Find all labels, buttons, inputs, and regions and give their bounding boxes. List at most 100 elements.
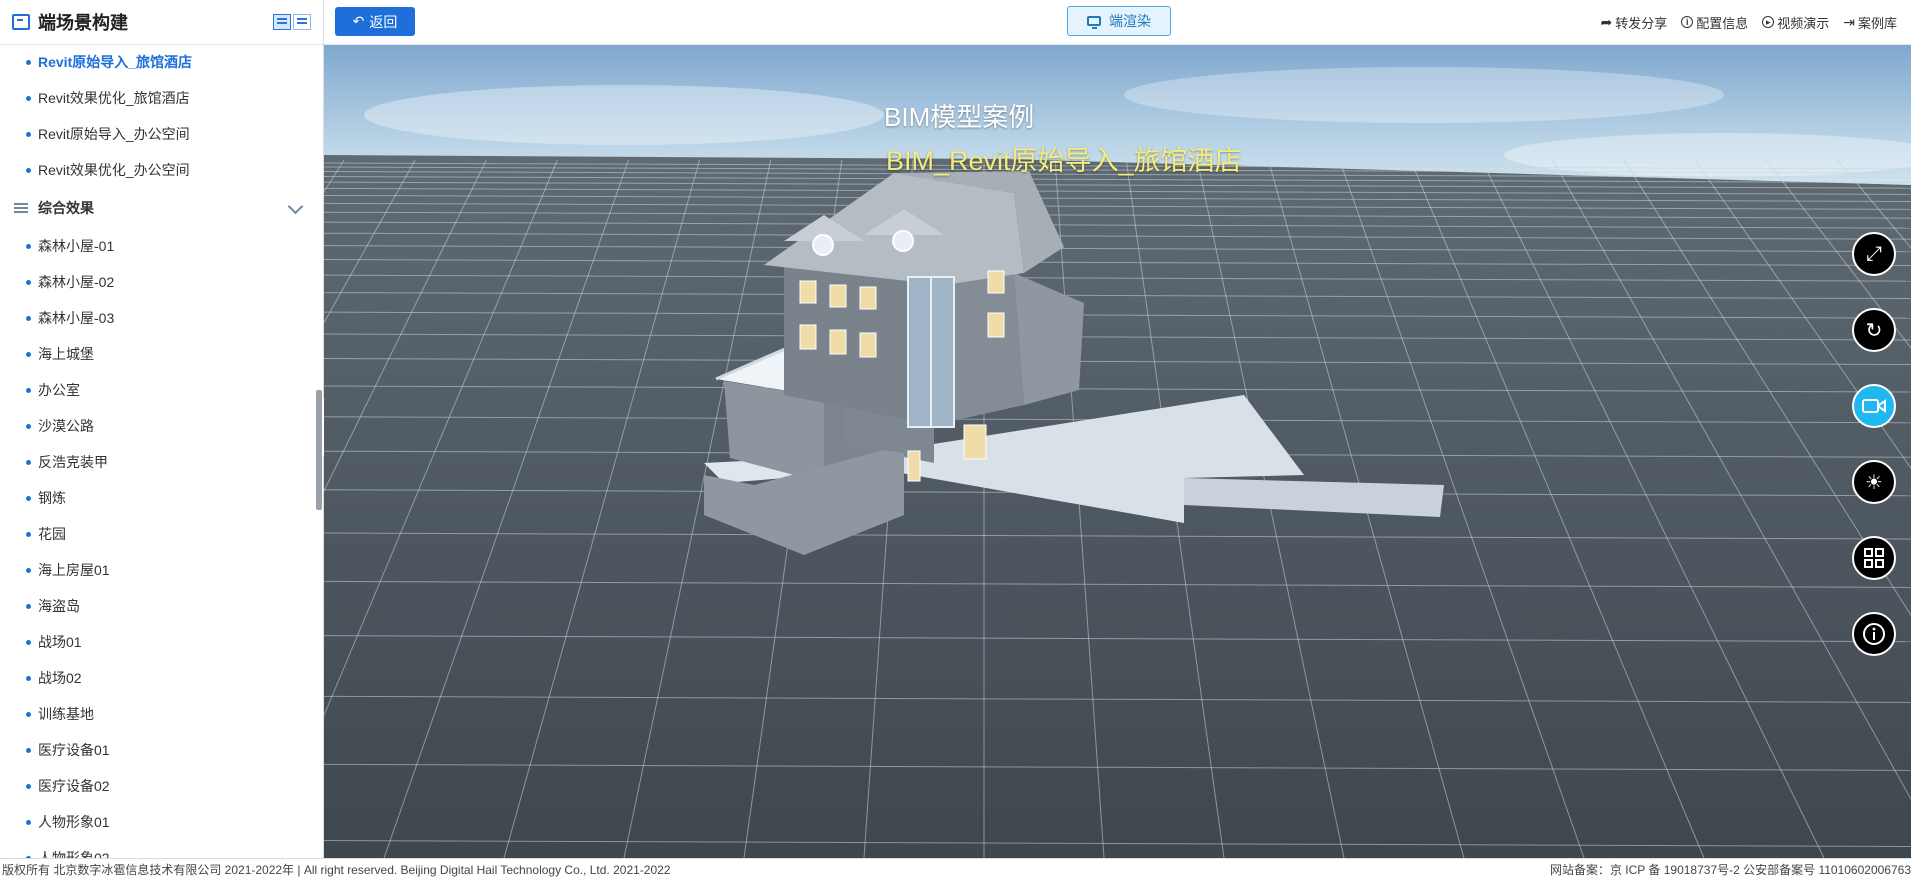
list-item[interactable]: 海盗岛 — [0, 588, 323, 624]
list-item-label: Revit原始导入_办公空间 — [38, 126, 190, 142]
list-item-label: Revit原始导入_旅馆酒店 — [38, 54, 193, 70]
bullet-icon — [26, 59, 31, 65]
back-button[interactable]: ↶ 返回 — [335, 7, 415, 36]
bullet-icon — [26, 531, 31, 537]
bullet-icon — [26, 387, 31, 393]
list-item-label: 训练基地 — [38, 706, 94, 722]
chevron-down-icon[interactable] — [287, 198, 304, 215]
monitor-icon — [1087, 16, 1101, 29]
bullet-icon — [26, 711, 31, 717]
3d-viewport[interactable]: BIM模型案例 BIM_Revit原始导入_旅馆酒店 ⤢ ↻ ☀ — [324, 45, 1911, 858]
back-button-label: 返回 — [369, 13, 398, 30]
bullet-icon — [26, 315, 31, 321]
bullet-icon — [26, 459, 31, 465]
list-item[interactable]: 花园 — [0, 516, 323, 552]
list-item-label: 战场01 — [38, 634, 82, 650]
sidebar-header: 端场景构建 — [0, 0, 323, 45]
list-item[interactable]: 钢炼 — [0, 480, 323, 516]
share-label: 转发分享 — [1615, 15, 1668, 31]
list-view-icon[interactable] — [273, 14, 291, 30]
list-item[interactable]: 沙漠公路 — [0, 408, 323, 444]
rotate-button[interactable]: ↻ — [1852, 308, 1896, 352]
list-item[interactable]: 战场01 — [0, 624, 323, 660]
bullet-icon — [26, 423, 31, 429]
bullet-icon — [26, 819, 31, 825]
render-button[interactable]: 端渲染 — [1067, 6, 1171, 36]
list-item[interactable]: 海上城堡 — [0, 336, 323, 372]
list-item[interactable]: 森林小屋-01 — [0, 228, 323, 264]
bullet-icon — [26, 783, 31, 789]
play-circle-icon: ▸ — [1762, 16, 1775, 28]
list-item-label: 战场02 — [38, 670, 82, 686]
bullet-icon — [26, 131, 31, 137]
list-item-label: 海上城堡 — [38, 346, 94, 362]
video-camera-icon — [1862, 399, 1886, 413]
list-item-label: 海上房屋01 — [38, 562, 110, 578]
list-item-label: 沙漠公路 — [38, 418, 94, 434]
list-item[interactable]: Revit原始导入_办公空间 — [0, 116, 323, 152]
config-link[interactable]: i 配置信息 — [1681, 13, 1748, 32]
top-toolbar: ↶ 返回 端渲染 ➦ 转发分享 i 配置信息 ▸ 视频演示 ⇥ 案例库 — [324, 0, 1911, 45]
list-item[interactable]: 医疗设备02 — [0, 768, 323, 804]
top-actions: ➦ 转发分享 i 配置信息 ▸ 视频演示 ⇥ 案例库 — [1600, 0, 1897, 44]
bullet-icon — [26, 279, 31, 285]
grid-icon — [1864, 548, 1884, 568]
grid-layout-button[interactable] — [1852, 536, 1896, 580]
render-button-label: 端渲染 — [1109, 13, 1151, 29]
list-item[interactable]: 训练基地 — [0, 696, 323, 732]
list-item[interactable]: 战场02 — [0, 660, 323, 696]
list-item[interactable]: Revit效果优化_办公空间 — [0, 152, 323, 188]
list-item[interactable]: 海上房屋01 — [0, 552, 323, 588]
share-link[interactable]: ➦ 转发分享 — [1600, 13, 1667, 32]
list-item-label: 森林小屋-01 — [38, 238, 115, 254]
list-item-label: 钢炼 — [38, 490, 66, 506]
list-item[interactable]: Revit效果优化_旅馆酒店 — [0, 80, 323, 116]
list-item-label: 医疗设备02 — [38, 778, 110, 794]
list-item-label: 森林小屋-03 — [38, 310, 115, 326]
video-demo-link[interactable]: ▸ 视频演示 — [1762, 13, 1829, 32]
footer: 版权所有 北京数字冰雹信息技术有限公司 2021-2022年 | All rig… — [0, 858, 1911, 877]
sidebar-scrollbar[interactable] — [316, 390, 322, 510]
fullscreen-icon: ⤢ — [1866, 242, 1882, 265]
info-icon — [1863, 623, 1885, 645]
card-view-icon[interactable] — [293, 14, 311, 30]
list-item[interactable]: 医疗设备01 — [0, 732, 323, 768]
scene-list: Revit原始导入_旅馆酒店 Revit效果优化_旅馆酒店 Revit原始导入_… — [0, 44, 323, 858]
list-item-label: 人物形象02 — [38, 850, 110, 858]
sidebar: 端场景构建 Revit原始导入_旅馆酒店 Revit效果优化_旅馆酒店 Revi… — [0, 0, 324, 858]
config-label: 配置信息 — [1696, 15, 1749, 31]
list-item-label: Revit效果优化_旅馆酒店 — [38, 90, 190, 106]
group-header-comprehensive[interactable]: 综合效果 — [0, 188, 323, 228]
list-item[interactable]: 人物形象01 — [0, 804, 323, 840]
list-item[interactable]: 人物形象02 — [0, 840, 323, 858]
case-library-link[interactable]: ⇥ 案例库 — [1843, 13, 1897, 32]
list-item-label: Revit效果优化_办公空间 — [38, 162, 190, 178]
list-item-label: 医疗设备01 — [38, 742, 110, 758]
list-icon — [14, 203, 28, 213]
caption-subtitle: BIM_Revit原始导入_旅馆酒店 — [886, 146, 1242, 176]
video-label: 视频演示 — [1777, 15, 1830, 31]
list-item[interactable]: 森林小屋-02 — [0, 264, 323, 300]
bullet-icon — [26, 495, 31, 501]
bullet-icon — [26, 567, 31, 573]
video-camera-button[interactable] — [1852, 384, 1896, 428]
list-item[interactable]: Revit原始导入_旅馆酒店 — [0, 44, 323, 80]
back-arrow-icon: ↶ — [352, 13, 365, 29]
list-item[interactable]: 森林小屋-03 — [0, 300, 323, 336]
list-item-label: 海盗岛 — [38, 598, 80, 614]
bullet-icon — [26, 747, 31, 753]
weather-button[interactable]: ☀ — [1852, 460, 1896, 504]
group-label: 综合效果 — [38, 200, 94, 216]
info-circle-icon: i — [1681, 16, 1694, 28]
bullet-icon — [26, 351, 31, 357]
list-item[interactable]: 反浩克装甲 — [0, 444, 323, 480]
list-item[interactable]: 办公室 — [0, 372, 323, 408]
bullet-icon — [26, 603, 31, 609]
bullet-icon — [26, 167, 31, 173]
fullscreen-button[interactable]: ⤢ — [1852, 232, 1896, 276]
bullet-icon — [26, 95, 31, 101]
info-button[interactable] — [1852, 612, 1896, 656]
bullet-icon — [26, 243, 31, 249]
list-item-label: 反浩克装甲 — [38, 454, 108, 470]
share-icon: ➦ — [1600, 13, 1613, 30]
